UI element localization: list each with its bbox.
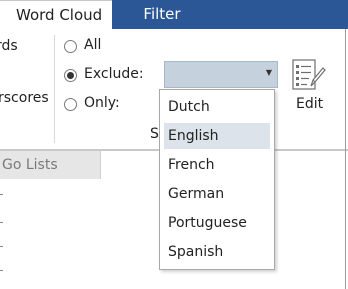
edit-list-icon[interactable] xyxy=(290,58,326,92)
radio-only[interactable] xyxy=(64,98,77,111)
ribbon-tab-bar: Word Cloud Filter xyxy=(0,0,348,29)
radio-only-label: Only: xyxy=(84,95,120,111)
partial-option-label-underscores: rscores xyxy=(0,90,49,106)
edit-button-label[interactable]: Edit xyxy=(296,96,323,112)
tab-go-lists[interactable]: Go Lists xyxy=(0,151,101,179)
language-dropdown-list: Dutch English French German Portuguese S… xyxy=(159,89,275,270)
dropdown-option-dutch[interactable]: Dutch xyxy=(164,94,270,120)
radio-all-label: All xyxy=(84,37,102,53)
partial-option-label-words: rds xyxy=(0,38,18,54)
chevron-down-icon[interactable]: ▼ xyxy=(266,68,272,77)
dropdown-option-german[interactable]: German xyxy=(164,181,270,207)
list-tick-mark xyxy=(0,246,3,247)
dropdown-option-portuguese[interactable]: Portuguese xyxy=(164,210,270,236)
dropdown-option-english[interactable]: English xyxy=(164,123,270,149)
ribbon-group-divider xyxy=(54,35,55,143)
language-combobox[interactable]: ▼ xyxy=(164,61,278,88)
radio-exclude-label: Exclude: xyxy=(84,66,144,82)
list-tick-mark xyxy=(0,222,3,223)
radio-exclude[interactable] xyxy=(64,69,77,82)
dropdown-option-spanish[interactable]: Spanish xyxy=(164,239,270,265)
ribbon-group-label: S xyxy=(150,126,159,142)
tab-word-cloud[interactable]: Word Cloud xyxy=(0,0,112,29)
window-border xyxy=(345,29,346,289)
list-tick-mark xyxy=(0,270,3,271)
dropdown-option-french[interactable]: French xyxy=(164,152,270,178)
radio-all[interactable] xyxy=(64,40,77,53)
list-tick-mark xyxy=(0,194,3,195)
radio-selected-dot xyxy=(67,72,74,79)
tab-filter[interactable]: Filter xyxy=(112,0,212,29)
